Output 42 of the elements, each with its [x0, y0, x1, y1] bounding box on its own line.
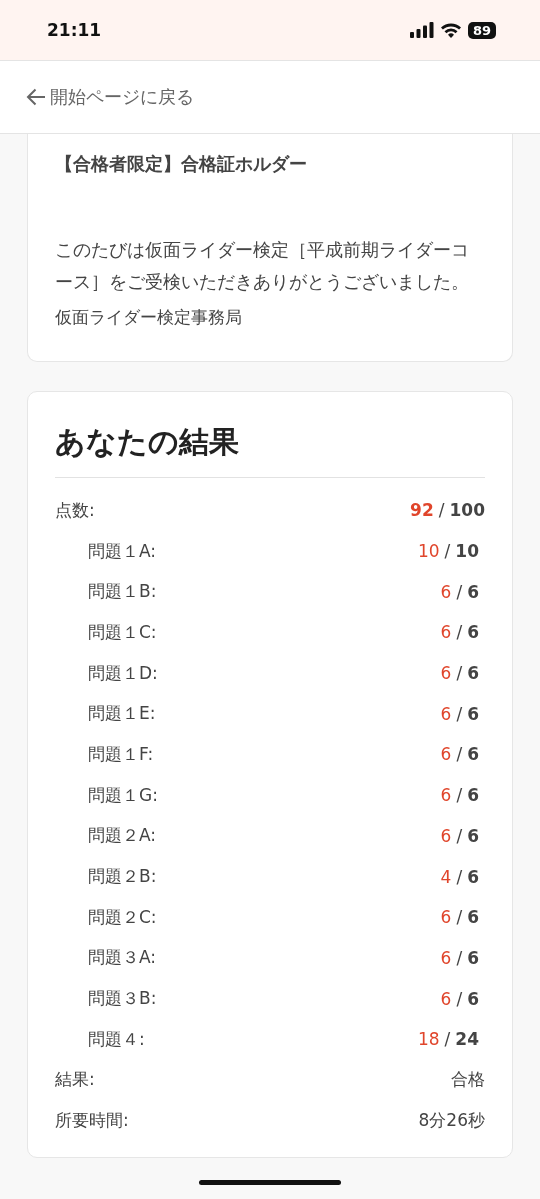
score-label: 点数: [55, 498, 95, 522]
score-value: 10 / 10 [417, 541, 479, 562]
score-value: 6 / 6 [440, 622, 479, 643]
result-value: 8分26秒 [418, 1109, 485, 1133]
score-label: 問題４: [88, 1027, 145, 1051]
score-value: 6 / 6 [440, 947, 479, 968]
battery-indicator: 89 [467, 21, 496, 39]
score-value: 6 / 6 [440, 703, 479, 724]
back-arrow-icon [26, 88, 46, 106]
result-value: 合格 [451, 1068, 485, 1092]
score-value: 18 / 24 [417, 1029, 479, 1050]
results-heading: あなたの結果 [55, 422, 485, 478]
score-label: 問題１A: [88, 539, 157, 563]
score-label: 問題２C: [88, 905, 157, 929]
score-label: 問題３A: [88, 946, 157, 970]
score-value: 6 / 6 [440, 825, 479, 846]
signal-icon [409, 22, 434, 38]
status-time: 21:11 [47, 20, 102, 40]
result-label: 結果: [55, 1068, 95, 1092]
score-label: 問題１G: [88, 783, 158, 807]
result-label: 所要時間: [55, 1109, 129, 1133]
score-label: 問題１F: [88, 742, 154, 766]
score-value: 6 / 6 [440, 744, 479, 765]
score-label: 問題２A: [88, 824, 157, 848]
wifi-icon [439, 22, 462, 38]
score-label: 問題１B: [88, 580, 157, 604]
score-label: 問題１C: [88, 620, 157, 644]
score-value: 6 / 6 [440, 581, 479, 602]
score-value: 6 / 6 [440, 907, 479, 928]
score-label: 問題１E: [88, 702, 156, 726]
score-label: 問題３B: [88, 987, 157, 1011]
score-value: 6 / 6 [440, 988, 479, 1009]
score-value: 92 / 100 [410, 500, 485, 521]
notice-title: 【合格者限定】合格証ホルダー [55, 152, 308, 176]
score-label: 問題２B: [88, 865, 157, 889]
notice-signature: 仮面ライダー検定事務局 [55, 306, 243, 329]
notice-message: このたびは仮面ライダー検定［平成前期ライダーコース］をご受検いただきありがとうございました。 [55, 238, 470, 294]
score-label: 問題１D: [88, 661, 158, 685]
score-value: 4 / 6 [440, 866, 479, 887]
back-link[interactable]: 開始ページに戻る [26, 85, 194, 109]
score-value: 6 / 6 [440, 663, 479, 684]
score-value: 6 / 6 [440, 785, 479, 806]
